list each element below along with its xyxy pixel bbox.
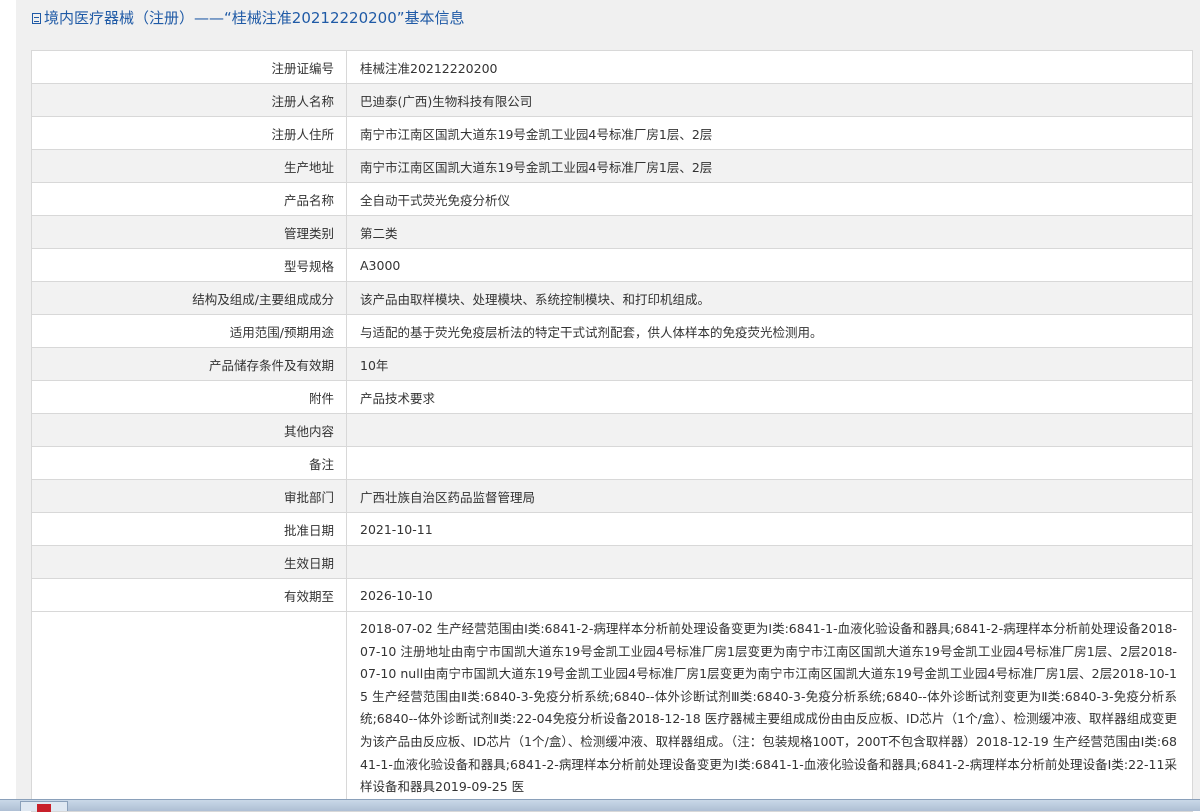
field-label: 管理类别 bbox=[32, 216, 347, 249]
field-label: 其他内容 bbox=[32, 414, 347, 447]
info-row: 注册证编号桂械注准20212220200 bbox=[32, 51, 1193, 84]
info-row: 适用范围/预期用途与适配的基于荧光免疫层析法的特定干式试剂配套，供人体样本的免疫… bbox=[32, 315, 1193, 348]
change-history-row: 2018-07-02 生产经营范围由Ⅰ类:6841-2-病理样本分析前处理设备变… bbox=[32, 612, 1193, 812]
info-row: 结构及组成/主要组成成分该产品由取样模块、处理模块、系统控制模块、和打印机组成。 bbox=[32, 282, 1193, 315]
field-label: 批准日期 bbox=[32, 513, 347, 546]
info-row: 产品名称全自动干式荧光免疫分析仪 bbox=[32, 183, 1193, 216]
field-value bbox=[347, 447, 1193, 480]
field-value bbox=[347, 414, 1193, 447]
field-label: 生产地址 bbox=[32, 150, 347, 183]
field-value: 2026-10-10 bbox=[347, 579, 1193, 612]
document-icon bbox=[32, 13, 41, 24]
field-value: 该产品由取样模块、处理模块、系统控制模块、和打印机组成。 bbox=[347, 282, 1193, 315]
field-value: 2021-10-11 bbox=[347, 513, 1193, 546]
field-value: 10年 bbox=[347, 348, 1193, 381]
field-value: 南宁市江南区国凯大道东19号金凯工业园4号标准厂房1层、2层 bbox=[347, 117, 1193, 150]
field-label: 型号规格 bbox=[32, 249, 347, 282]
page-title-text: 境内医疗器械（注册）——“桂械注准20212220200”基本信息 bbox=[44, 9, 465, 27]
change-history-label bbox=[32, 612, 347, 812]
info-row: 有效期至2026-10-10 bbox=[32, 579, 1193, 612]
field-value: 产品技术要求 bbox=[347, 381, 1193, 414]
field-value: 第二类 bbox=[347, 216, 1193, 249]
info-row: 注册人名称巴迪泰(广西)生物科技有限公司 bbox=[32, 84, 1193, 117]
info-row: 批准日期2021-10-11 bbox=[32, 513, 1193, 546]
field-label: 备注 bbox=[32, 447, 347, 480]
field-label: 注册人住所 bbox=[32, 117, 347, 150]
info-row: 产品储存条件及有效期10年 bbox=[32, 348, 1193, 381]
info-row: 生效日期 bbox=[32, 546, 1193, 579]
field-value: A3000 bbox=[347, 249, 1193, 282]
field-label: 结构及组成/主要组成成分 bbox=[32, 282, 347, 315]
field-label: 适用范围/预期用途 bbox=[32, 315, 347, 348]
info-row: 附件产品技术要求 bbox=[32, 381, 1193, 414]
field-label: 产品名称 bbox=[32, 183, 347, 216]
field-value: 与适配的基于荧光免疫层析法的特定干式试剂配套，供人体样本的免疫荧光检测用。 bbox=[347, 315, 1193, 348]
field-value: 广西壮族自治区药品监督管理局 bbox=[347, 480, 1193, 513]
field-label: 审批部门 bbox=[32, 480, 347, 513]
info-row: 型号规格A3000 bbox=[32, 249, 1193, 282]
field-value: 巴迪泰(广西)生物科技有限公司 bbox=[347, 84, 1193, 117]
taskbar-button[interactable] bbox=[20, 801, 68, 811]
info-row: 生产地址南宁市江南区国凯大道东19号金凯工业园4号标准厂房1层、2层 bbox=[32, 150, 1193, 183]
info-row: 管理类别第二类 bbox=[32, 216, 1193, 249]
field-value: 南宁市江南区国凯大道东19号金凯工业园4号标准厂房1层、2层 bbox=[347, 150, 1193, 183]
field-value bbox=[347, 546, 1193, 579]
info-row: 备注 bbox=[32, 447, 1193, 480]
field-label: 生效日期 bbox=[32, 546, 347, 579]
change-history-text: 2018-07-02 生产经营范围由Ⅰ类:6841-2-病理样本分析前处理设备变… bbox=[347, 612, 1193, 812]
page-header: 境内医疗器械（注册）——“桂械注准20212220200”基本信息 bbox=[16, 0, 1200, 36]
field-label: 产品储存条件及有效期 bbox=[32, 348, 347, 381]
info-row: 注册人住所南宁市江南区国凯大道东19号金凯工业园4号标准厂房1层、2层 bbox=[32, 117, 1193, 150]
info-row: 其他内容 bbox=[32, 414, 1193, 447]
field-label: 注册证编号 bbox=[32, 51, 347, 84]
field-value: 桂械注准20212220200 bbox=[347, 51, 1193, 84]
field-label: 注册人名称 bbox=[32, 84, 347, 117]
device-info-body: 注册证编号桂械注准20212220200注册人名称巴迪泰(广西)生物科技有限公司… bbox=[32, 51, 1193, 812]
field-value: 全自动干式荧光免疫分析仪 bbox=[347, 183, 1193, 216]
info-row: 审批部门广西壮族自治区药品监督管理局 bbox=[32, 480, 1193, 513]
field-label: 有效期至 bbox=[32, 579, 347, 612]
page-title: 境内医疗器械（注册）——“桂械注准20212220200”基本信息 bbox=[32, 8, 465, 28]
taskbar bbox=[0, 799, 1200, 811]
field-label: 附件 bbox=[32, 381, 347, 414]
device-info-table: 注册证编号桂械注准20212220200注册人名称巴迪泰(广西)生物科技有限公司… bbox=[31, 50, 1193, 812]
